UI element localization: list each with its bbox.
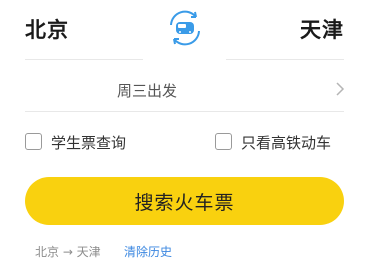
divider	[25, 59, 143, 60]
search-train-tickets-button[interactable]: 搜索火车票	[25, 177, 344, 225]
divider	[25, 111, 344, 112]
swap-stations-button[interactable]	[165, 8, 205, 48]
departure-date-selector[interactable]: 周三出发	[0, 68, 369, 110]
departure-date-label: 周三出发	[117, 82, 178, 100]
high-speed-only-checkbox[interactable]	[215, 133, 232, 150]
departure-station[interactable]: 北京	[25, 14, 69, 44]
history-item[interactable]: 北京 → 天津	[35, 243, 101, 260]
divider	[226, 59, 344, 60]
student-ticket-checkbox[interactable]	[25, 133, 42, 150]
high-speed-only-label: 只看高铁动车	[241, 134, 332, 152]
clear-history-link[interactable]: 清除历史	[124, 243, 172, 260]
arrival-station[interactable]: 天津	[300, 14, 344, 44]
train-swap-icon	[170, 10, 200, 46]
chevron-right-icon	[336, 82, 345, 96]
student-ticket-label: 学生票查询	[51, 134, 127, 152]
